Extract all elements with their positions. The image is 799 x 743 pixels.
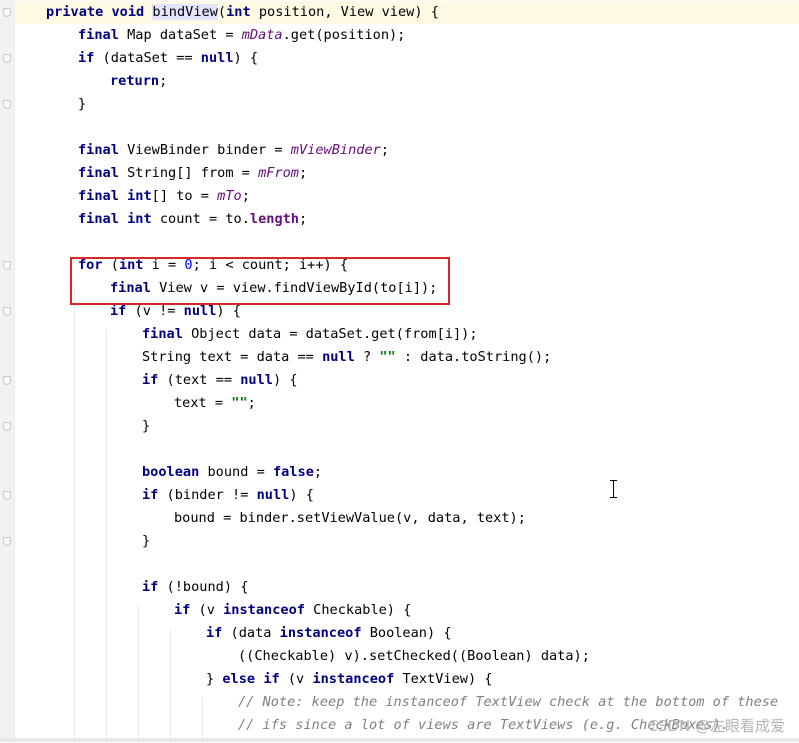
code-text: return;	[110, 73, 168, 89]
code-text: if (text == null) {	[142, 372, 298, 388]
code-text: final Object data = dataSet.get(from[i])…	[142, 326, 478, 342]
code-line[interactable]: if (data instanceof Boolean) {	[15, 622, 799, 645]
code-text: final int count = to.length;	[78, 211, 308, 227]
code-line[interactable]: final ViewBinder binder = mViewBinder;	[15, 139, 799, 162]
fold-marker-icon[interactable]	[3, 54, 11, 63]
code-text: }	[142, 418, 151, 434]
code-editor[interactable]: private void bindView(int position, View…	[15, 0, 799, 743]
code-line[interactable]: final String[] from = mFrom;	[15, 162, 799, 185]
fold-marker-icon[interactable]	[3, 307, 11, 316]
fold-marker-icon[interactable]	[3, 8, 11, 17]
fold-marker-icon[interactable]	[3, 491, 11, 500]
code-text: if (!bound) {	[142, 579, 249, 595]
code-line[interactable]: }	[15, 93, 799, 116]
code-text: ((Checkable) v).setChecked((Boolean) dat…	[238, 648, 590, 664]
code-text: private void bindView(int position, View…	[46, 4, 439, 20]
code-line[interactable]: if (binder != null) {	[15, 484, 799, 507]
fold-marker-icon[interactable]	[3, 100, 11, 109]
fold-marker-icon[interactable]	[3, 376, 11, 385]
code-text: boolean bound = false;	[142, 464, 323, 480]
code-line[interactable]: boolean bound = false;	[15, 461, 799, 484]
code-text: String text = data == null ? "" : data.t…	[142, 349, 552, 365]
code-text: final String[] from = mFrom;	[78, 165, 308, 181]
code-line[interactable]: final int[] to = mTo;	[15, 185, 799, 208]
code-line[interactable]: } else if (v instanceof TextView) {	[15, 668, 799, 691]
code-line[interactable]	[15, 438, 799, 461]
code-text: if (binder != null) {	[142, 487, 314, 503]
horizontal-scrollbar[interactable]	[0, 738, 799, 742]
code-line[interactable]: String text = data == null ? "" : data.t…	[15, 346, 799, 369]
code-text: }	[142, 533, 151, 549]
editor-gutter	[0, 0, 14, 742]
code-text: text = "";	[174, 395, 256, 411]
code-line[interactable]: text = "";	[15, 392, 799, 415]
code-line[interactable]: ((Checkable) v).setChecked((Boolean) dat…	[15, 645, 799, 668]
code-text: final ViewBinder binder = mViewBinder;	[78, 142, 390, 158]
code-line[interactable]: bound = binder.setViewValue(v, data, tex…	[15, 507, 799, 530]
watermark: CSDN @左眼看成爱	[647, 717, 785, 735]
code-line[interactable]: return;	[15, 70, 799, 93]
code-text: final Map dataSet = mData.get(position);	[78, 27, 406, 43]
fold-marker-icon[interactable]	[3, 422, 11, 431]
code-line[interactable]: private void bindView(int position, View…	[15, 1, 799, 24]
code-text: }	[78, 96, 87, 112]
code-text: if (v instanceof Checkable) {	[174, 602, 412, 618]
text-cursor-icon	[609, 480, 619, 498]
code-line[interactable]: }	[15, 415, 799, 438]
code-line[interactable]: // Note: keep the instanceof TextView ch…	[15, 691, 799, 714]
code-line[interactable]: if (!bound) {	[15, 576, 799, 599]
code-line[interactable]: if (v instanceof Checkable) {	[15, 599, 799, 622]
fold-marker-icon[interactable]	[3, 261, 11, 270]
code-line[interactable]: if (text == null) {	[15, 369, 799, 392]
fold-marker-icon[interactable]	[3, 537, 11, 546]
code-text: final int[] to = mTo;	[78, 188, 250, 204]
code-line[interactable]	[15, 231, 799, 254]
code-line[interactable]: if (dataSet == null) {	[15, 47, 799, 70]
code-text: // Note: keep the instanceof TextView ch…	[238, 694, 779, 710]
code-text: bound = binder.setViewValue(v, data, tex…	[174, 510, 526, 526]
code-text: if (dataSet == null) {	[78, 50, 259, 66]
code-line[interactable]	[15, 116, 799, 139]
code-line[interactable]: }	[15, 530, 799, 553]
code-line[interactable]: final Map dataSet = mData.get(position);	[15, 24, 799, 47]
code-text: } else if (v instanceof TextView) {	[206, 671, 493, 687]
code-line[interactable]	[15, 553, 799, 576]
code-line[interactable]: final Object data = dataSet.get(from[i])…	[15, 323, 799, 346]
code-line[interactable]: final int count = to.length;	[15, 208, 799, 231]
annotation-highlight-box	[70, 257, 450, 305]
code-text: if (data instanceof Boolean) {	[206, 625, 452, 641]
